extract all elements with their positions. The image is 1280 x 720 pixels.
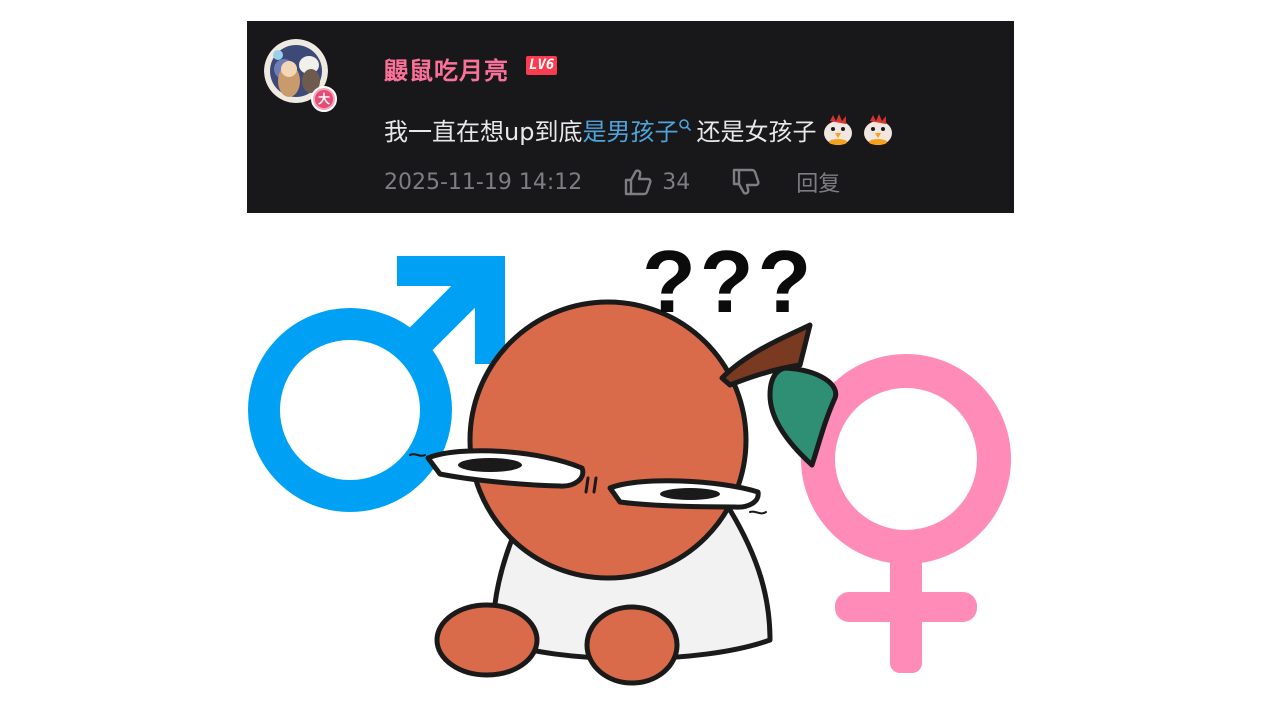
reply-button[interactable]: 回复 <box>796 166 840 198</box>
level-badge: LV6 <box>526 56 558 75</box>
username[interactable]: 鼹鼠吃月亮 <box>384 51 509 86</box>
comment-card: 大 鼹鼠吃月亮 LV6 我一直在想up到底 是男孩子 还是女孩子 2025-11… <box>247 21 1014 213</box>
question-marks: ??? <box>642 232 816 331</box>
comment-content: 我一直在想up到底 是男孩子 还是女孩子 <box>384 111 896 147</box>
chick-emoji-icon <box>824 114 853 145</box>
chick-emoji-icon <box>864 114 893 145</box>
search-icon[interactable] <box>678 117 692 141</box>
like-count: 34 <box>662 169 691 195</box>
avatar-container[interactable]: 大 <box>264 39 337 112</box>
thumbs-up-icon[interactable] <box>622 167 654 197</box>
timestamp: 2025-11-19 14:12 <box>384 169 583 195</box>
female-symbol-icon <box>801 354 1011 673</box>
search-keyword-link[interactable]: 是男孩子 <box>582 112 678 147</box>
thumbs-down-icon[interactable] <box>730 167 762 197</box>
meme-canvas: ??? 大 鼹鼠吃月亮 LV6 我一直在想up到底 是男孩子 还是女孩子 202… <box>0 0 1280 720</box>
orange-character <box>409 299 839 686</box>
avatar-badge-label: 大 <box>315 90 333 108</box>
content-text-before: 我一直在想up到底 <box>384 117 583 146</box>
comment-meta: 2025-11-19 14:12 34 回复 <box>384 167 840 197</box>
content-text-after: 还是女孩子 <box>696 117 817 146</box>
avatar-badge: 大 <box>311 86 337 112</box>
